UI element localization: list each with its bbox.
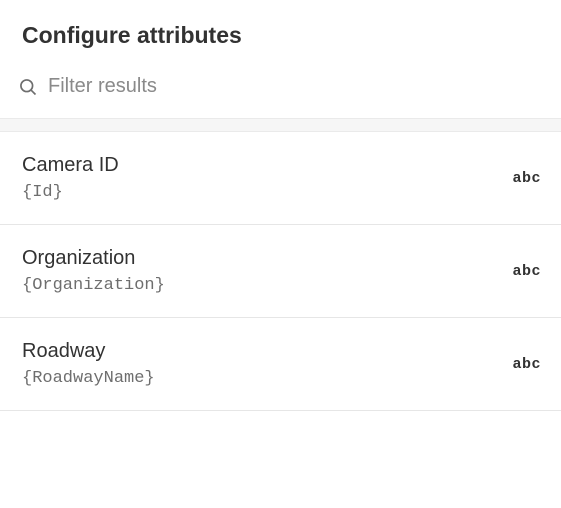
separator-bar [0,118,561,132]
attribute-list: Camera ID {Id} abc Organization {Organiz… [0,132,561,411]
attribute-row-text: Roadway {RoadwayName} [22,340,155,388]
page-title: Configure attributes [0,0,561,67]
attribute-expression: {Id} [22,183,119,202]
type-icon: abc [512,356,541,373]
attribute-row[interactable]: Organization {Organization} abc [0,225,561,318]
search-icon [18,77,38,97]
attribute-row-text: Camera ID {Id} [22,154,119,202]
attribute-expression: {RoadwayName} [22,369,155,388]
attribute-label: Roadway [22,340,155,363]
attribute-row[interactable]: Roadway {RoadwayName} abc [0,318,561,411]
attribute-expression: {Organization} [22,276,165,295]
type-icon: abc [512,170,541,187]
filter-input[interactable] [48,75,543,98]
attribute-label: Camera ID [22,154,119,177]
attribute-row[interactable]: Camera ID {Id} abc [0,132,561,225]
attribute-label: Organization [22,247,165,270]
attribute-row-text: Organization {Organization} [22,247,165,295]
filter-row [0,67,561,118]
type-icon: abc [512,263,541,280]
